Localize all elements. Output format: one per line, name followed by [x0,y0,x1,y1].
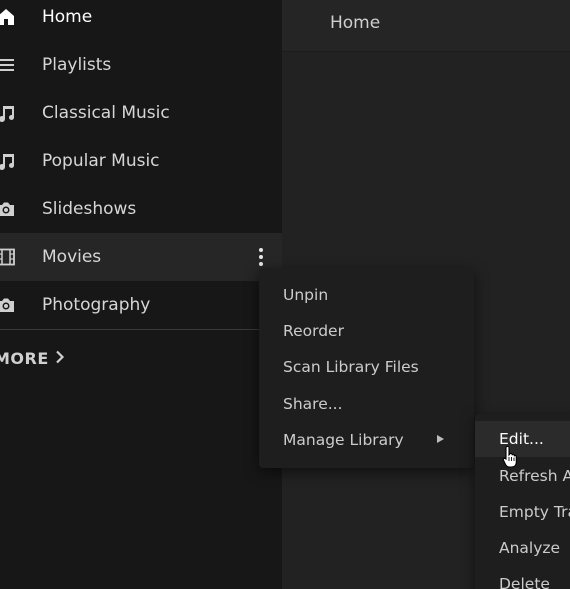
chevron-right-icon [55,349,65,368]
menu-item-label: Share... [283,395,343,413]
context-menu: Unpin Reorder Scan Library Files Share..… [259,268,474,468]
submenu-item-label: Empty Trash [499,503,570,521]
menu-item-scan-library-files[interactable]: Scan Library Files [259,349,474,385]
menu-item-label: Scan Library Files [283,358,419,376]
submenu-item-empty-trash[interactable]: Empty Trash [475,494,570,530]
sidebar-item-classical-music[interactable]: Classical Music [0,89,282,137]
manage-library-submenu: Edit... Refresh All Empty Trash Analyze … [475,414,570,589]
submenu-arrow-icon [437,435,444,443]
sidebar-item-label: Playlists [42,55,112,75]
sidebar-item-label: Popular Music [42,151,160,171]
submenu-item-edit[interactable]: Edit... [475,421,570,457]
more-label: MORE [0,349,49,368]
menu-item-label: Reorder [283,322,344,340]
menu-item-label: Manage Library [283,431,404,449]
more-options-icon[interactable] [254,247,268,267]
sidebar-item-label: Photography [42,295,151,315]
menu-item-unpin[interactable]: Unpin [259,277,474,313]
hand-cursor-icon [502,445,522,469]
sidebar-item-label: Slideshows [42,199,137,219]
page-title: Home [330,13,381,33]
sidebar-item-slideshows[interactable]: Slideshows [0,185,282,233]
menu-item-label: Unpin [283,286,329,304]
submenu-item-analyze[interactable]: Analyze [475,530,570,566]
music-note-icon [0,103,16,123]
sidebar: Home Playlists Classical Music Popular M… [0,0,282,589]
sidebar-item-label: Movies [42,247,102,267]
menu-item-manage-library[interactable]: Manage Library [259,422,474,458]
submenu-item-refresh-all[interactable]: Refresh All [475,458,570,494]
header: Home [282,0,570,52]
camera-icon [0,295,16,315]
list-icon [0,55,16,75]
submenu-item-label: Refresh All [499,467,570,485]
submenu-item-label: Delete [499,575,550,589]
sidebar-item-home[interactable]: Home [0,0,282,41]
sidebar-item-playlists[interactable]: Playlists [0,41,282,89]
home-icon [0,7,16,27]
menu-item-reorder[interactable]: Reorder [259,313,474,349]
sidebar-item-popular-music[interactable]: Popular Music [0,137,282,185]
menu-item-share[interactable]: Share... [259,386,474,422]
submenu-item-label: Analyze [499,539,561,557]
submenu-item-delete[interactable]: Delete [475,566,570,589]
sidebar-item-label: Classical Music [42,103,170,123]
film-icon [0,247,16,267]
camera-icon [0,199,16,219]
sidebar-divider [0,329,282,330]
sidebar-item-photography[interactable]: Photography [0,281,282,329]
sidebar-item-label: Home [42,7,93,27]
music-note-icon [0,151,16,171]
sidebar-item-movies[interactable]: Movies [0,233,282,281]
more-button[interactable]: MORE [0,349,65,368]
